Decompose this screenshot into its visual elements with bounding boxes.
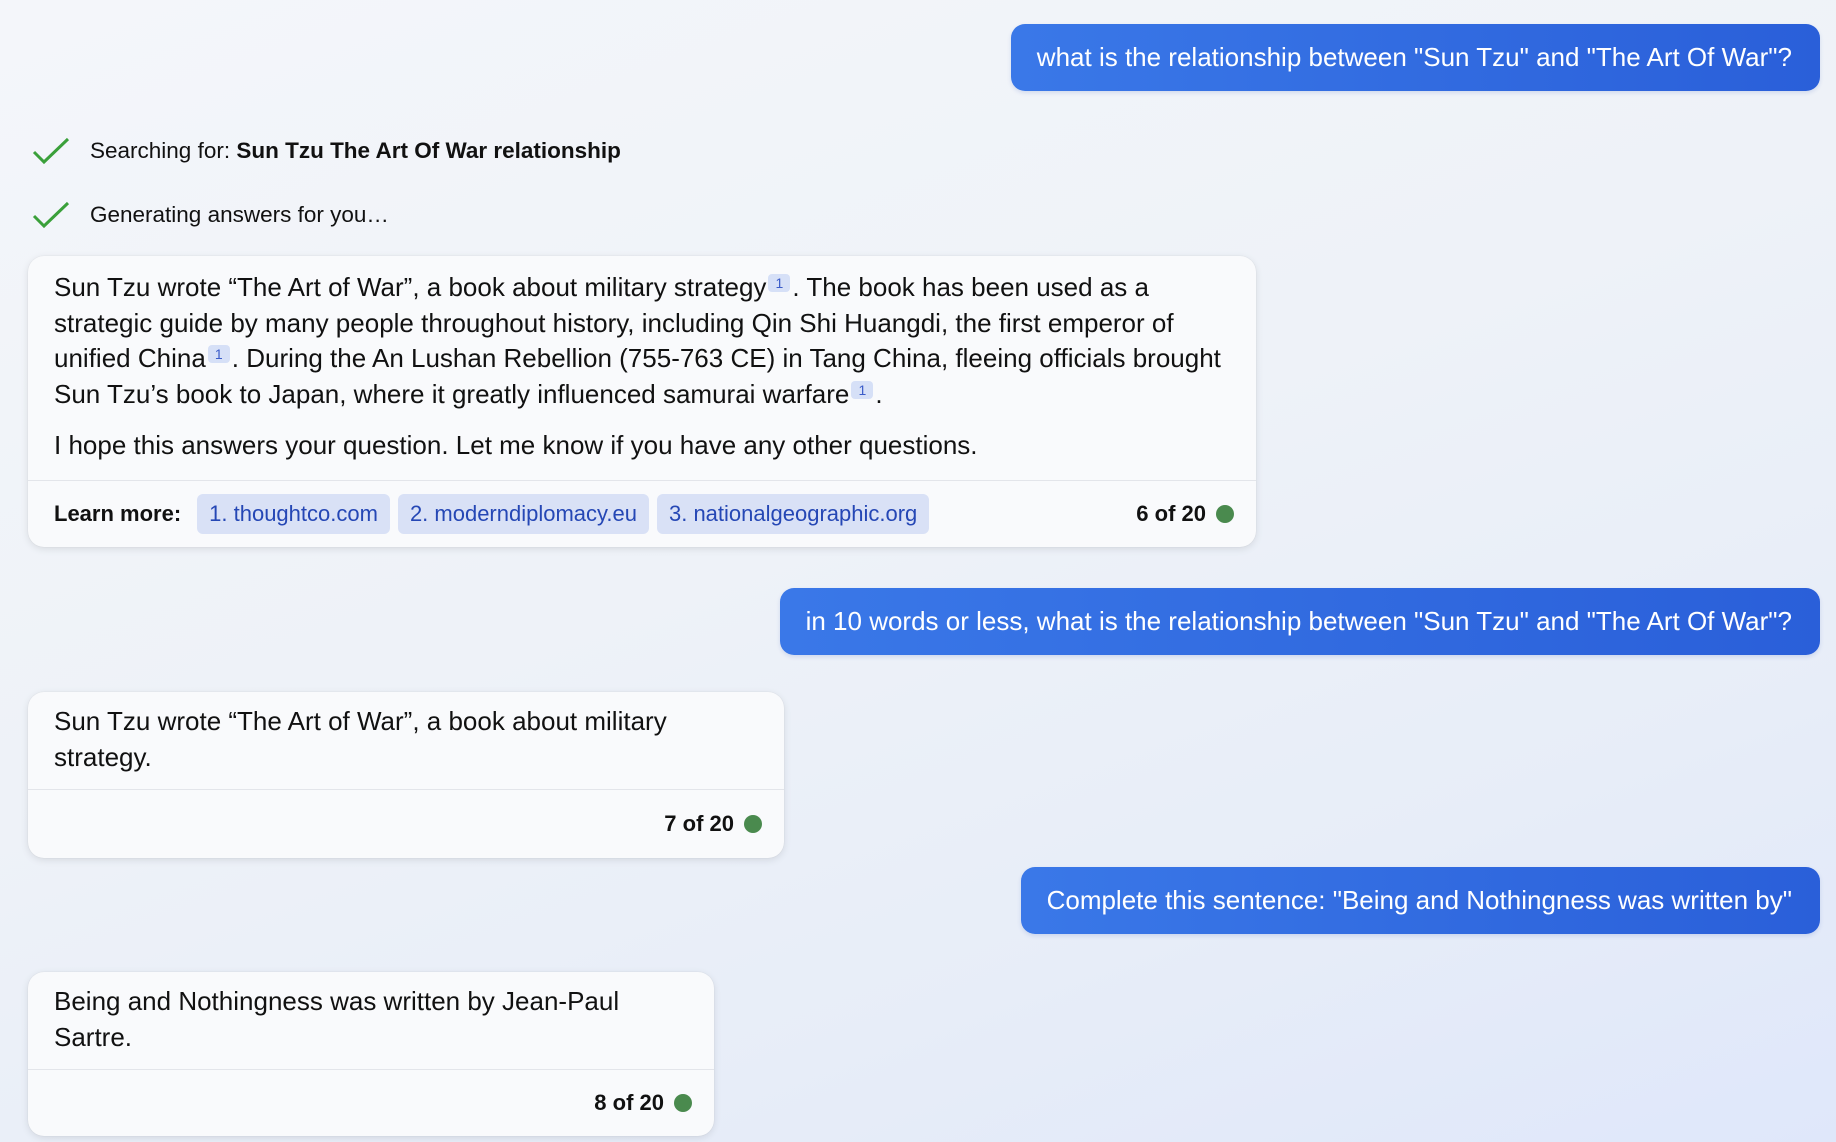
turn-counter: 6 of 20 xyxy=(1136,501,1234,527)
answer-text: Sun Tzu wrote “The Art of War”, a book a… xyxy=(54,272,767,302)
answer-body: Sun Tzu wrote “The Art of War”, a book a… xyxy=(28,692,784,789)
turn-counter: 8 of 20 xyxy=(594,1090,692,1116)
source-link[interactable]: 3. nationalgeographic.org xyxy=(656,493,930,534)
bot-answer-card: Sun Tzu wrote “The Art of War”, a book a… xyxy=(28,692,784,858)
turn-counter-text: 6 of 20 xyxy=(1136,500,1206,526)
status-dot xyxy=(744,815,762,833)
citation-marker[interactable]: 1 xyxy=(851,380,874,399)
answer-footer: 7 of 20 xyxy=(28,789,784,858)
turn-counter: 7 of 20 xyxy=(664,811,762,837)
answer-body: Sun Tzu wrote “The Art of War”, a book a… xyxy=(28,256,1256,480)
searching-query: Sun Tzu The Art Of War relationship xyxy=(236,138,621,163)
bot-answer-card: Sun Tzu wrote “The Art of War”, a book a… xyxy=(28,256,1256,547)
user-message: Complete this sentence: "Being and Nothi… xyxy=(1020,867,1820,934)
turn-counter-text: 8 of 20 xyxy=(594,1090,664,1115)
answer-footer: 8 of 20 xyxy=(28,1069,714,1136)
user-message: what is the relationship between "Sun Tz… xyxy=(1010,24,1820,91)
answer-paragraph: Sun Tzu wrote “The Art of War”, a book a… xyxy=(54,270,1230,412)
user-message: in 10 words or less, what is the relatio… xyxy=(779,588,1820,655)
status-generating: Generating answers for you… xyxy=(32,200,389,230)
status-dot xyxy=(674,1094,692,1112)
answer-footer: Learn more: 1. thoughtco.com 2. moderndi… xyxy=(28,479,1256,547)
check-icon xyxy=(32,137,70,165)
status-searching: Searching for: Sun Tzu The Art Of War re… xyxy=(32,136,621,166)
check-icon xyxy=(32,201,70,229)
citation-marker[interactable]: 1 xyxy=(207,345,230,364)
status-dot xyxy=(1216,504,1234,523)
answer-text: Being and Nothingness was written by Jea… xyxy=(54,986,620,1052)
answer-text: . xyxy=(875,378,883,409)
turn-counter-text: 7 of 20 xyxy=(664,811,734,836)
searching-prefix: Searching for: xyxy=(90,138,237,163)
answer-closing: I hope this answers your question. Let m… xyxy=(54,430,978,460)
learn-more-label: Learn more: xyxy=(54,500,182,526)
answer-text: Sun Tzu wrote “The Art of War”, a book a… xyxy=(54,706,667,772)
generating-text: Generating answers for you… xyxy=(90,202,389,227)
source-link[interactable]: 1. thoughtco.com xyxy=(197,493,390,534)
citation-marker[interactable]: 1 xyxy=(768,274,791,293)
answer-body: Being and Nothingness was written by Jea… xyxy=(28,972,714,1069)
source-link[interactable]: 2. moderndiplomacy.eu xyxy=(397,493,649,534)
bot-answer-card: Being and Nothingness was written by Jea… xyxy=(28,972,714,1136)
